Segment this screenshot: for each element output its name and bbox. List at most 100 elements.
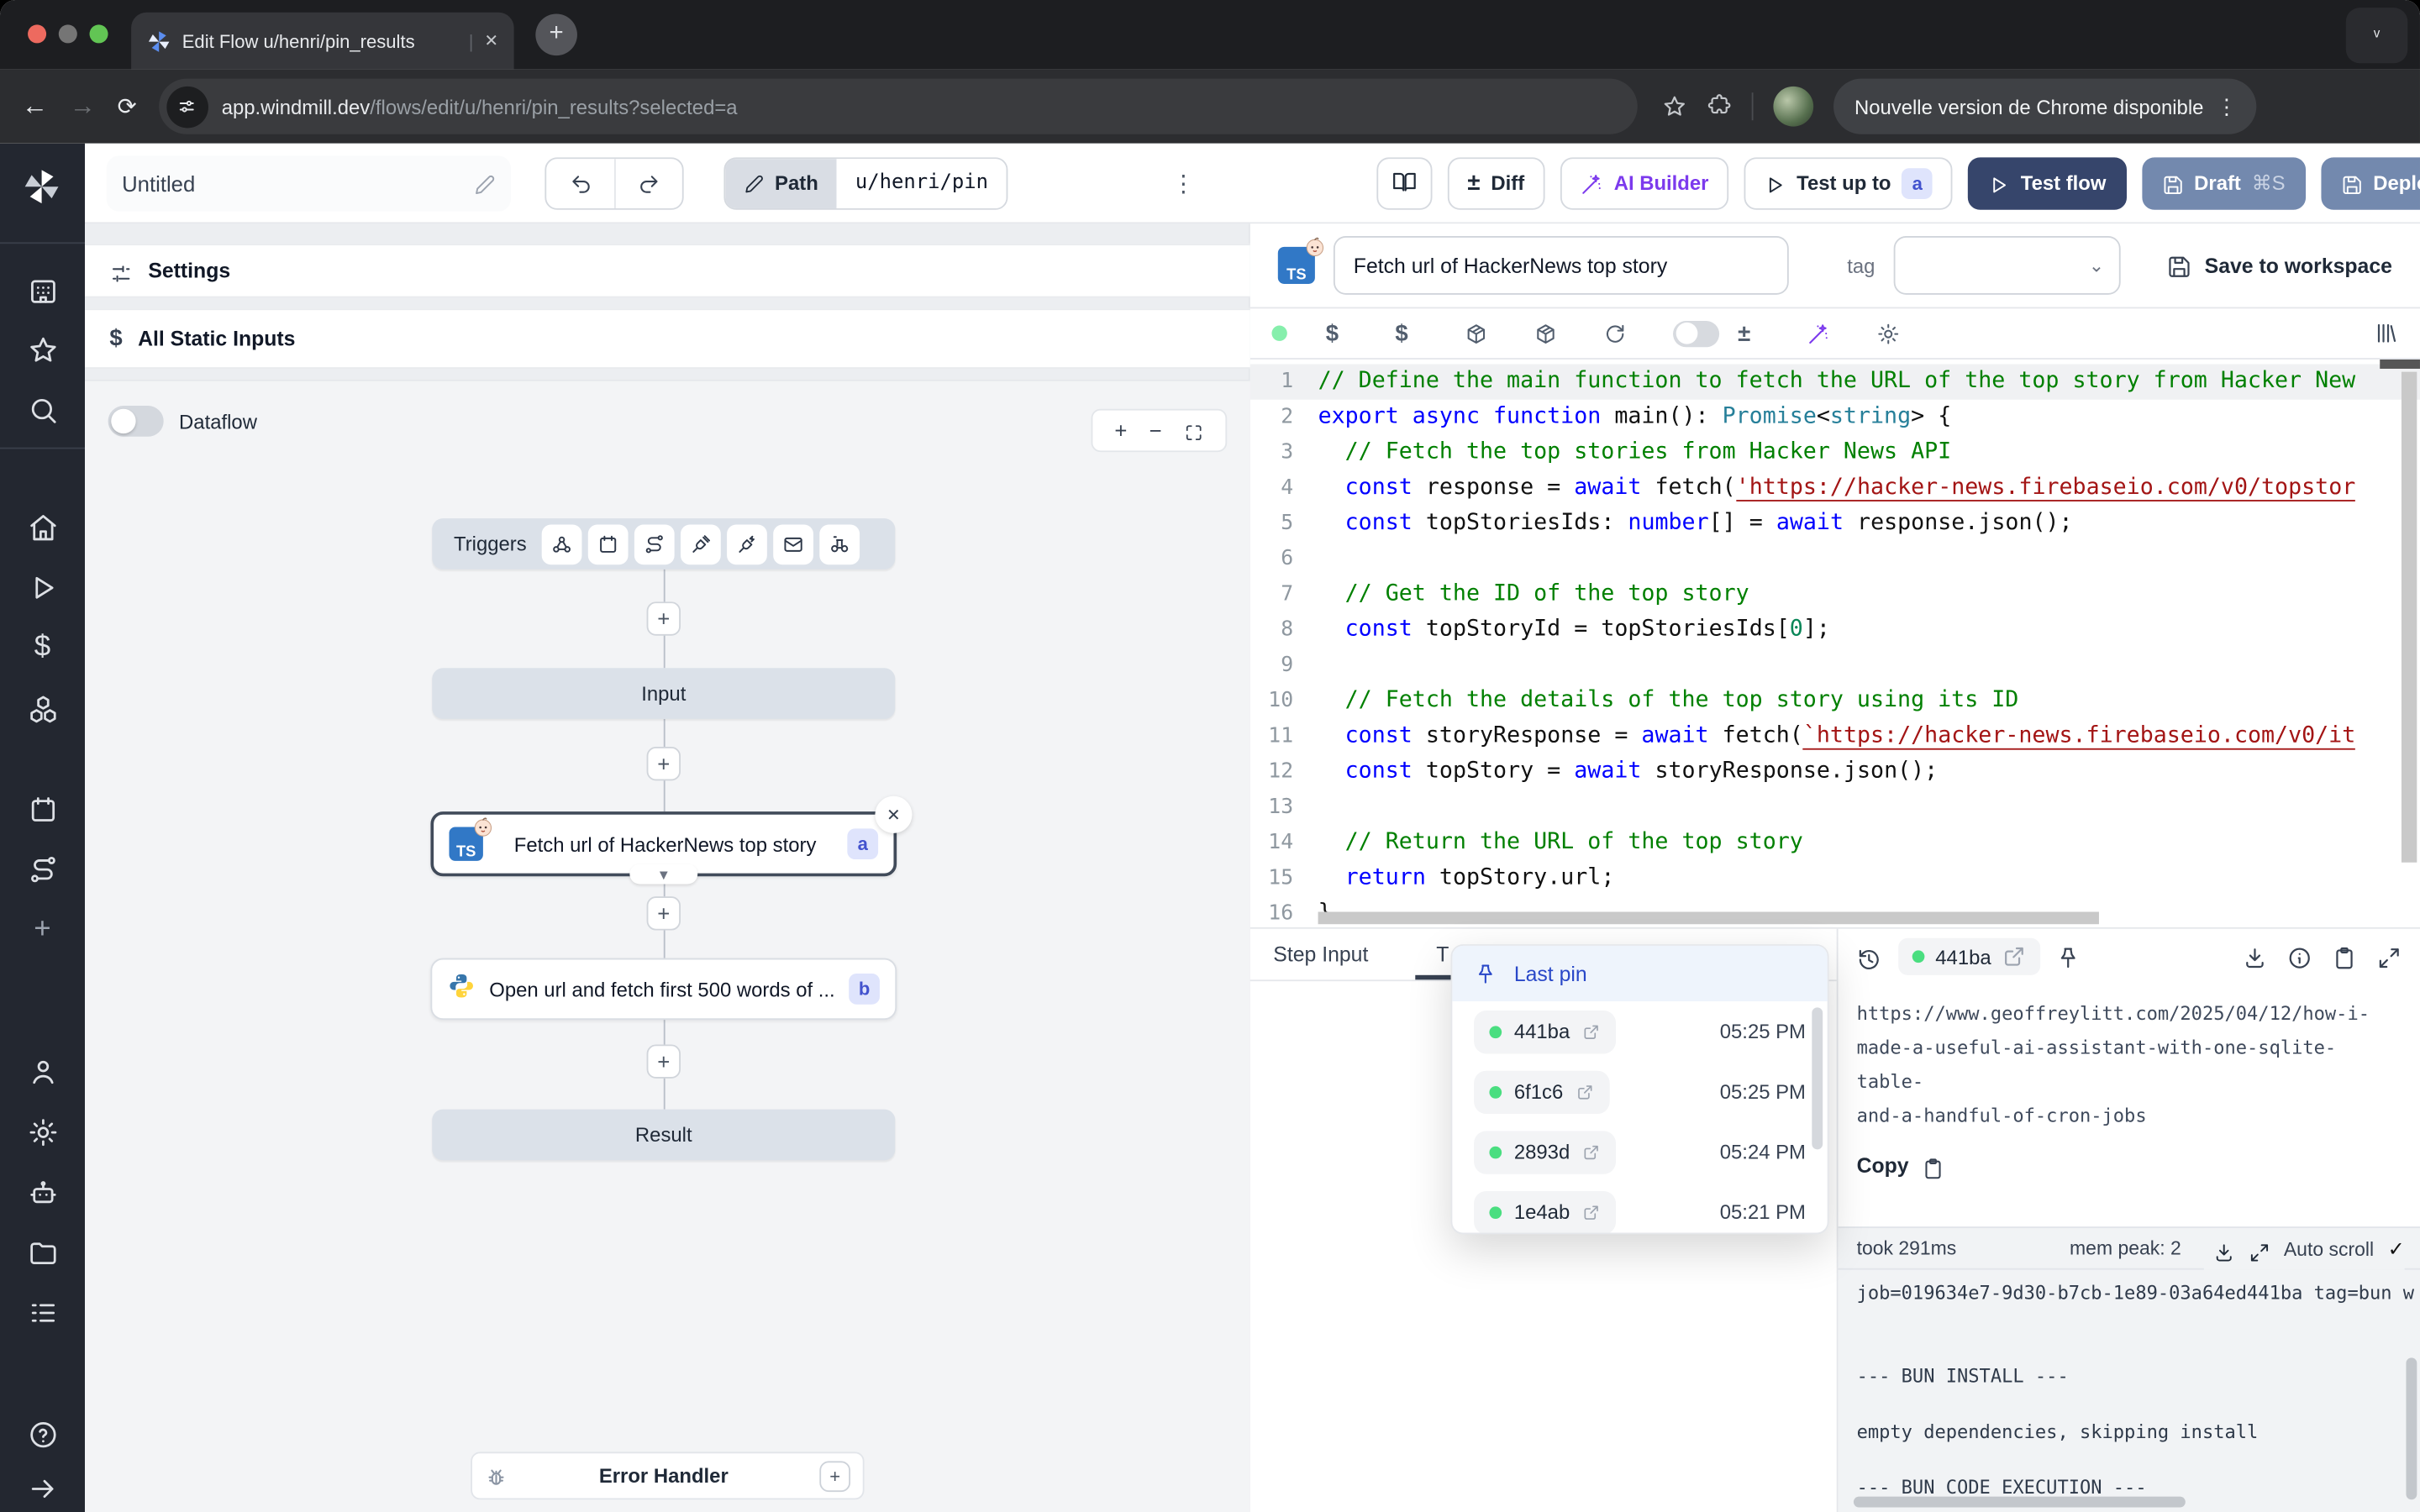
code-line[interactable]: 2export async function main(): Promise<s…: [1250, 400, 2420, 435]
forward-icon[interactable]: →: [70, 91, 96, 122]
code-line[interactable]: 11 const storyResponse = await fetch(`ht…: [1250, 719, 2420, 754]
add-step-button[interactable]: +: [647, 747, 681, 780]
history-icon[interactable]: [1857, 943, 1883, 969]
deploy-button[interactable]: Deploy: [2321, 156, 2420, 208]
code-line[interactable]: 7 // Get the ID of the top story: [1250, 577, 2420, 612]
copy-result-icon[interactable]: [2332, 943, 2356, 969]
pin-icon[interactable]: [2056, 944, 2081, 969]
code-line[interactable]: 5 const topStoriesIds: number[] = await …: [1250, 506, 2420, 541]
variable-picker-button[interactable]: $: [1326, 320, 1396, 346]
download-logs-icon[interactable]: [2212, 1238, 2234, 1260]
editor-vertical-scrollbar[interactable]: [2402, 372, 2417, 863]
copy-button[interactable]: Copy: [1857, 1154, 2402, 1178]
code-line[interactable]: 15 return topStory.url;: [1250, 861, 2420, 896]
autoscroll-checkbox[interactable]: ✓: [2388, 1236, 2405, 1261]
browser-tab[interactable]: Edit Flow u/henri/pin_results | ✕: [131, 13, 514, 70]
dropdown-scrollbar[interactable]: [1812, 1007, 1823, 1149]
sidebar-item-resources[interactable]: [26, 693, 59, 726]
path-control[interactable]: Path u/henri/pin: [723, 156, 1007, 208]
sidebar-item-runs[interactable]: [26, 571, 59, 604]
save-to-workspace-button[interactable]: Save to workspace: [2168, 253, 2392, 277]
trigger-calendar-icon[interactable]: [588, 524, 629, 564]
draft-button[interactable]: Draft⌘S: [2142, 156, 2306, 208]
code-line[interactable]: 1// Define the main function to fetch th…: [1250, 364, 2420, 399]
info-icon[interactable]: [2287, 943, 2312, 969]
redo-button[interactable]: [614, 158, 682, 207]
more-options-kebab-icon[interactable]: ⋮: [1172, 169, 1196, 197]
maximize-window-button[interactable]: [90, 24, 108, 43]
sidebar-item-home[interactable]: [26, 511, 59, 543]
log-horizontal-scrollbar[interactable]: [1854, 1497, 2186, 1508]
expand-logs-icon[interactable]: [2249, 1238, 2270, 1260]
pin-item-441ba[interactable]: 441ba05:25 PM: [1452, 1001, 1827, 1062]
pin-item-2893d[interactable]: 2893d05:24 PM: [1452, 1121, 1827, 1182]
editor-toggle[interactable]: [1673, 320, 1738, 346]
all-static-inputs-row[interactable]: $ All Static Inputs: [85, 308, 1250, 369]
remove-step-icon[interactable]: ✕: [875, 796, 912, 833]
ai-builder-button[interactable]: AI Builder: [1560, 156, 1728, 208]
code-editor[interactable]: 1// Define the main function to fetch th…: [1250, 360, 2420, 927]
back-icon[interactable]: ←: [22, 91, 48, 122]
step-title-input[interactable]: Fetch url of HackerNews top story: [1334, 236, 1788, 295]
pin-item-1e4ab[interactable]: 1e4ab05:21 PM: [1452, 1182, 1827, 1234]
url-bar[interactable]: app.windmill.dev/flows/edit/u/henri/pin_…: [158, 79, 1637, 134]
tab-test-this-step[interactable]: T: [1436, 942, 1449, 979]
sidebar-item-search[interactable]: [26, 393, 59, 426]
diff-button[interactable]: ±Diff: [1448, 156, 1545, 208]
log-output[interactable]: job=019634e7-9d30-b7cb-1e89-03a64ed441ba…: [1839, 1270, 2420, 1511]
minimize-window-button[interactable]: [59, 24, 77, 43]
ai-wand-icon[interactable]: [1807, 320, 1877, 346]
sidebar-item-routes[interactable]: [26, 853, 59, 886]
editor-settings-gear-icon[interactable]: [1876, 320, 1946, 346]
flow-name-field[interactable]: Untitled: [107, 155, 511, 211]
add-error-handler-button[interactable]: +: [819, 1460, 850, 1491]
chrome-update-button[interactable]: Nouvelle version de Chrome disponible ⋮: [1833, 79, 2256, 134]
result-node[interactable]: Result: [432, 1110, 895, 1161]
sidebar-item-create[interactable]: +: [26, 913, 59, 946]
trigger-webhook-icon[interactable]: [542, 524, 582, 564]
add-step-button[interactable]: +: [647, 896, 681, 930]
sidebar-item-schedules[interactable]: [26, 793, 59, 826]
sidebar-item-settings[interactable]: [26, 1116, 59, 1148]
download-result-icon[interactable]: [2243, 943, 2267, 969]
profile-avatar[interactable]: [1773, 87, 1813, 127]
tab-step-input[interactable]: Step Input: [1273, 942, 1368, 979]
close-window-button[interactable]: [28, 24, 46, 43]
diff-mode-button[interactable]: ±: [1738, 320, 1807, 346]
code-line[interactable]: 12 const topStory = await storyResponse.…: [1250, 754, 2420, 790]
input-node[interactable]: Input: [432, 668, 895, 719]
flow-graph-canvas[interactable]: Dataflow + − Triggers: [85, 380, 1250, 1512]
zoom-in-button[interactable]: +: [1114, 418, 1127, 443]
add-step-button[interactable]: +: [647, 601, 681, 635]
library-icon[interactable]: [2374, 319, 2398, 347]
sidebar-item-help[interactable]: [26, 1418, 59, 1451]
sidebar-item-variables[interactable]: $: [26, 631, 59, 664]
pin-item-6f1c6[interactable]: 6f1c605:25 PM: [1452, 1062, 1827, 1122]
triggers-node[interactable]: Triggers: [432, 518, 895, 570]
code-line[interactable]: 4 const response = await fetch('https://…: [1250, 470, 2420, 506]
step-node-a[interactable]: TS Fetch url of HackerNews top story a ✕…: [430, 811, 897, 876]
step-node-b[interactable]: Open url and fetch first 500 words of ..…: [430, 958, 897, 1020]
log-vertical-scrollbar[interactable]: [2406, 1357, 2417, 1499]
trigger-plug-icon[interactable]: [681, 524, 721, 564]
trigger-mail-icon[interactable]: [774, 524, 814, 564]
window-controls[interactable]: [28, 24, 108, 43]
sidebar-item-favorites[interactable]: [26, 333, 59, 366]
tab-search-chevron[interactable]: ᵛ: [2346, 8, 2407, 63]
reload-icon[interactable]: ⟳: [118, 92, 137, 120]
sidebar-item-folders[interactable]: [26, 1236, 59, 1268]
editor-horizontal-scrollbar[interactable]: [1318, 912, 2099, 925]
flow-settings-row[interactable]: Settings: [85, 244, 1250, 297]
code-line[interactable]: 3 // Fetch the top stories from Hacker N…: [1250, 435, 2420, 470]
package-icon[interactable]: [1534, 320, 1604, 346]
resource-picker-button[interactable]: $: [1395, 320, 1465, 346]
undo-button[interactable]: [546, 158, 614, 207]
site-info-icon[interactable]: [166, 86, 208, 128]
result-url[interactable]: https://www.geoffreylitt.com/2025/04/12/…: [1857, 997, 2402, 1133]
error-handler-node[interactable]: Error Handler +: [471, 1452, 864, 1499]
zoom-out-button[interactable]: −: [1149, 418, 1161, 443]
sidebar-item-collapse[interactable]: [26, 1472, 59, 1504]
docs-button[interactable]: [1376, 156, 1432, 208]
job-badge[interactable]: 441ba: [1898, 938, 2040, 975]
code-line[interactable]: 10 // Fetch the details of the top story…: [1250, 684, 2420, 719]
